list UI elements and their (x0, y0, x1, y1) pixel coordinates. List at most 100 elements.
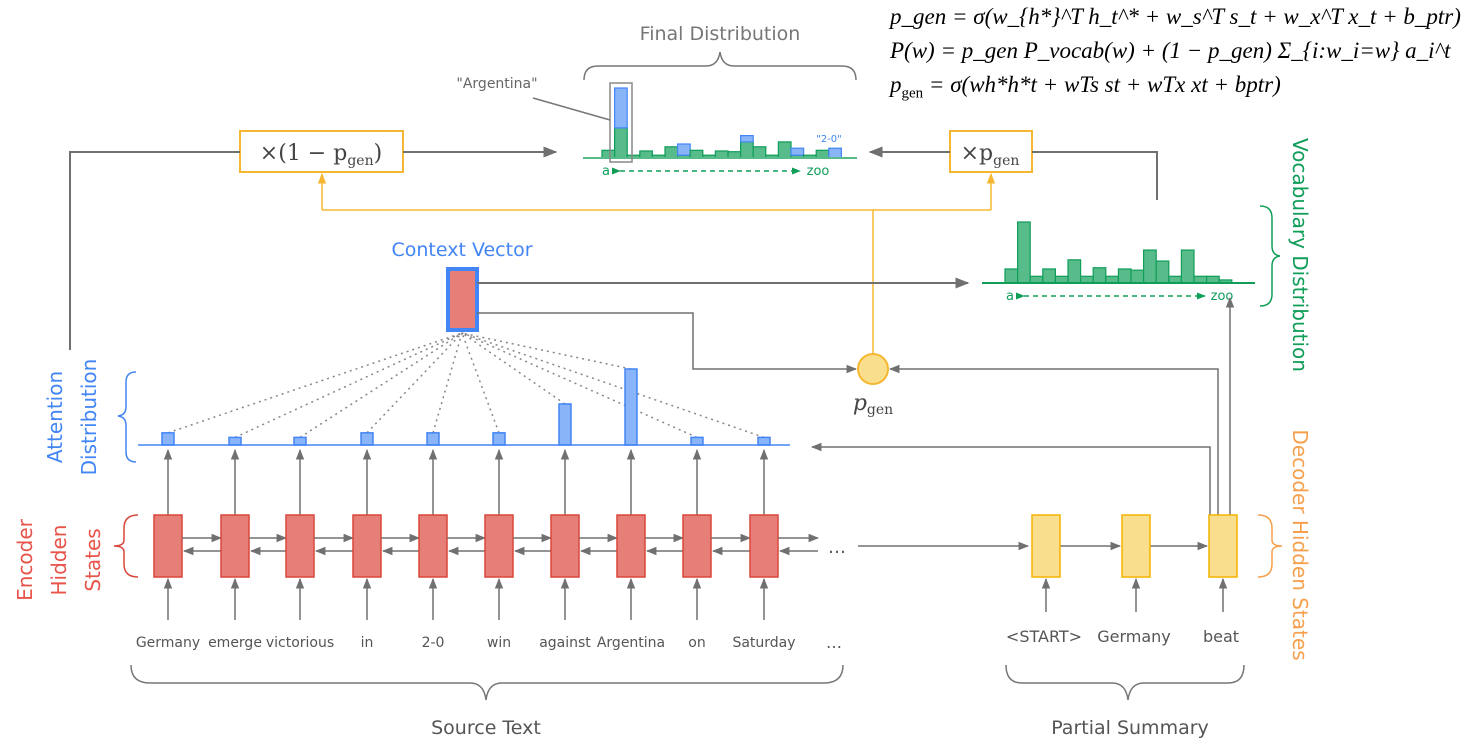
attention-bar (757, 436, 771, 446)
final-distribution-label: Final Distribution (640, 23, 801, 45)
final-distribution-formula: P(w) = p_gen P_vocab(w) + (1 − p_gen) Σ_… (890, 38, 1451, 63)
attention-bar (228, 436, 242, 446)
decoder-brace (1257, 514, 1283, 578)
attention-label-line1: Attention (43, 371, 67, 463)
decoder-state-box (1208, 514, 1238, 578)
attention-weight-lines (167, 332, 765, 439)
partial-summary-brace (1005, 664, 1245, 701)
source-text-brace (130, 664, 844, 701)
vocab-bar (1004, 268, 1019, 284)
attention-bar (426, 432, 440, 446)
attention-weight-line (299, 332, 463, 439)
vocab-to-gate-line (1032, 151, 1158, 200)
vocab-bar (1180, 249, 1195, 284)
vocab-bar (1079, 275, 1094, 284)
vocab-bar (1155, 260, 1170, 284)
pgen-lhs-sub: gen (901, 85, 924, 102)
attention-bar (161, 432, 175, 446)
final-copy-bar (828, 147, 842, 159)
pgen-rest: h*h*t + wTs st + wTx xt + bptr) (984, 72, 1281, 97)
attention-bar (293, 436, 307, 446)
pgen-lhs: p (890, 72, 902, 97)
source-word: on (688, 635, 705, 651)
final-copy-bar (790, 147, 805, 156)
final-generate-bar (639, 150, 653, 159)
encoder-ellipsis: … (828, 537, 846, 558)
source-word: victorious (266, 635, 334, 651)
attention-weight-line (461, 332, 632, 370)
final-distribution-bars (601, 87, 842, 159)
final-axis-end: zoo (807, 164, 830, 179)
decoder-to-attention-arrow (810, 442, 1211, 515)
final-generate-bar (689, 149, 704, 159)
source-text-label: Source Text (431, 717, 541, 739)
vocab-axis-start: a (1006, 289, 1014, 304)
attention-weight-line (461, 332, 765, 439)
final-generate-bar (815, 149, 830, 159)
decoder-hidden-states-label: Decoder Hidden States (1288, 429, 1312, 660)
two-zero-callout: "2-0" (816, 134, 842, 145)
pointer-generator-diagram: Final Distribution "Argentina" "2-0" a z… (0, 0, 1480, 754)
context-vector-box (446, 267, 479, 332)
encoder-state-box (418, 514, 448, 578)
attention-weight-line (234, 332, 463, 439)
partial-summary-label: Partial Summary (1051, 717, 1209, 739)
decoder-state-box (1121, 514, 1151, 578)
diagram-canvas: Final Distribution "Argentina" "2-0" a z… (13, 23, 1312, 739)
encoder-brace (113, 514, 139, 578)
attention-weight-line (167, 332, 463, 434)
final-copy-bar (676, 143, 691, 156)
context-vector-label: Context Vector (391, 239, 532, 261)
final-generate-bar (752, 146, 767, 159)
encoder-state-box (352, 514, 382, 578)
encoder-state-box (616, 514, 646, 578)
vocab-bar (1168, 275, 1183, 284)
pgen-node (857, 353, 889, 385)
source-word: in (361, 635, 374, 651)
attention-label-line2: Distribution (77, 359, 101, 476)
final-axis-start: a (602, 164, 610, 179)
attention-weight-line (432, 332, 463, 434)
decoder-state-box (1031, 514, 1061, 578)
attention-weight-line (461, 332, 500, 434)
final-generate-bar (714, 150, 729, 159)
vocab-bar (1142, 249, 1157, 284)
summary-word: beat (1203, 627, 1239, 646)
attention-weight-line (366, 332, 463, 434)
final-generate-bar (613, 127, 628, 159)
vocab-brace (1259, 205, 1281, 307)
argentina-callout: "Argentina" (456, 76, 537, 92)
encoder-label-line2: Hidden (47, 525, 71, 596)
pgen-rhs: = σ(w (928, 72, 985, 97)
encoder-state-box (285, 514, 315, 578)
encoder-state-box (682, 514, 712, 578)
encoder-state-box (484, 514, 514, 578)
attention-bar (558, 403, 572, 446)
attention-distribution-bars (161, 368, 771, 446)
attention-brace (117, 371, 137, 463)
encoder-state-box (550, 514, 580, 578)
vocab-bar (1067, 259, 1082, 284)
vocabulary-distribution-label: Vocabulary Distribution (1288, 138, 1312, 372)
vocab-bar (1130, 269, 1145, 284)
vocab-bar (1029, 275, 1044, 284)
vocab-bar (1042, 268, 1057, 284)
decoder-to-pgen-arrow (888, 364, 1219, 515)
vocabulary-distribution-bars (1004, 221, 1233, 284)
final-generate-bar (739, 141, 754, 159)
source-word: 2-0 (422, 635, 445, 651)
pgen-label: pgen (853, 391, 893, 418)
attention-bar (690, 436, 704, 446)
final-generate-bar (664, 146, 679, 159)
pgen-formula: p_gen = σ(w_{h*}^T h_t^* + w_s^T s_t + w… (890, 4, 1461, 29)
encoder-state-box (220, 514, 250, 578)
vocab-bar (1054, 275, 1069, 284)
vocab-bar (1105, 275, 1120, 284)
attention-bar (360, 432, 374, 446)
argentina-callout-line (532, 97, 611, 121)
source-word: emerge (208, 635, 262, 651)
vocab-bar (1092, 267, 1107, 284)
vocab-bar (1016, 221, 1031, 284)
source-ellipsis: … (826, 633, 842, 652)
vocab-bar (1205, 275, 1220, 284)
